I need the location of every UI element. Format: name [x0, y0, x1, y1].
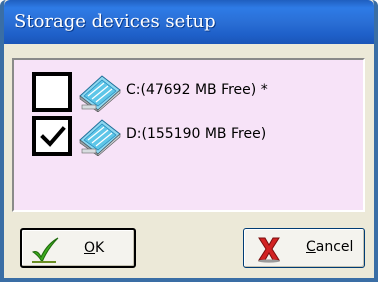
red-x-icon [258, 237, 280, 263]
dialog-body: C:(47692 MB Free) * D:(155190 MB Free) O… [4, 44, 374, 278]
device-list-item[interactable]: C:(47692 MB Free) * [32, 72, 362, 112]
title-bar[interactable]: Storage devices setup [4, 0, 374, 44]
ok-button[interactable]: OK [20, 228, 136, 268]
device-list-item[interactable]: D:(155190 MB Free) [32, 116, 362, 156]
device-list: C:(47692 MB Free) * D:(155190 MB Free) [12, 58, 365, 212]
window-title: Storage devices setup [14, 11, 216, 32]
drive-label-d: D:(155190 MB Free) [126, 126, 267, 142]
cancel-button-label: Cancel [306, 239, 354, 255]
drive-icon [79, 119, 121, 156]
device-checkbox-d[interactable] [32, 116, 72, 156]
checkmark-icon [40, 126, 66, 147]
drive-icon [79, 75, 121, 112]
ok-button-label: OK [84, 240, 105, 256]
drive-label-c: C:(47692 MB Free) * [126, 82, 268, 98]
cancel-button[interactable]: Cancel [243, 228, 365, 268]
device-checkbox-c[interactable] [32, 72, 72, 112]
storage-devices-dialog: Storage devices setup C:(47692 MB Free) … [0, 0, 378, 282]
green-checkmark-icon [31, 237, 59, 264]
